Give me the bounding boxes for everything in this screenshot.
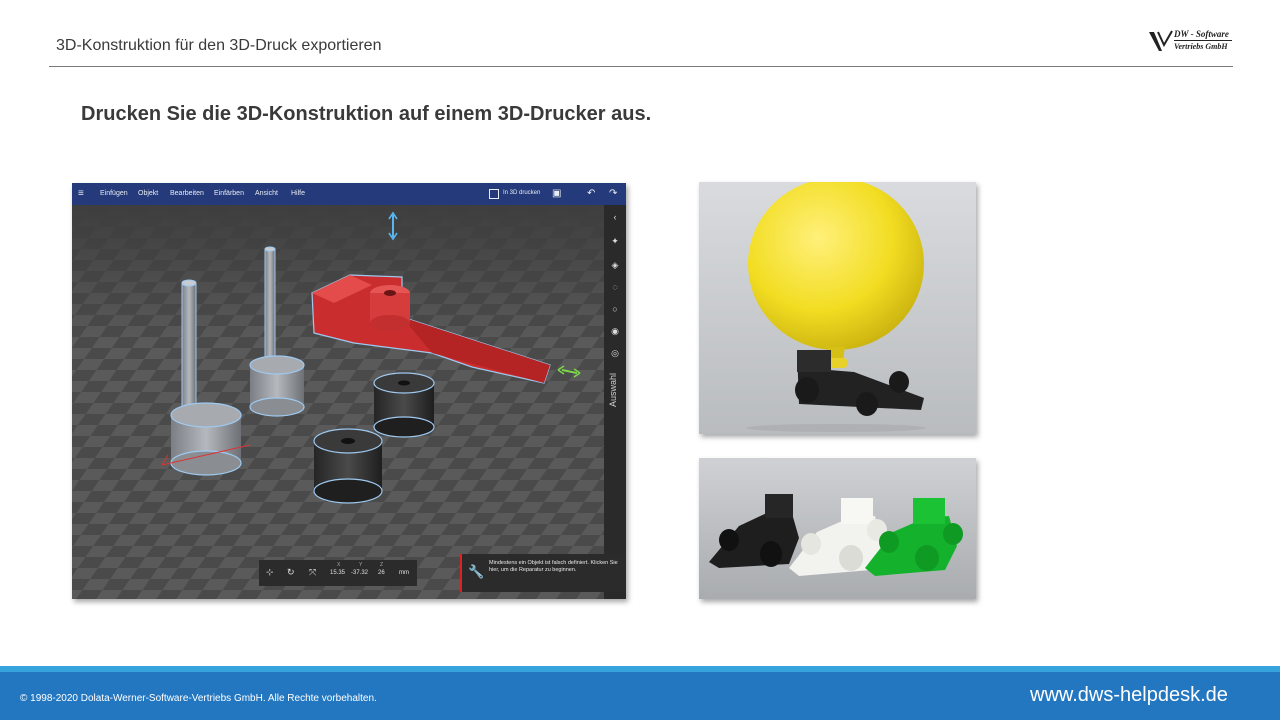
page-title: 3D-Konstruktion für den 3D-Druck exporti…: [56, 37, 382, 54]
side-panel-label: Auswahl: [608, 373, 618, 408]
menu-einfuegen[interactable]: Einfügen: [100, 190, 128, 197]
three-cars-photo: [699, 458, 976, 599]
undo-icon[interactable]: ↶: [587, 188, 595, 199]
menu-einfaerben[interactable]: Einfärben: [214, 190, 244, 197]
z-axis-label: Z: [380, 562, 384, 568]
hamburger-icon[interactable]: ≡: [78, 188, 84, 199]
wrench-icon: 🔧: [468, 564, 485, 579]
logo-line2: Vertriebs GmbH: [1174, 42, 1228, 51]
3d-viewport[interactable]: [72, 205, 604, 599]
menu-ansicht[interactable]: Ansicht: [255, 190, 278, 197]
balloon-car-photo: [699, 182, 976, 434]
company-logo: DW - Software Vertriebs GmbH: [1148, 29, 1234, 55]
chevron-left-icon[interactable]: ‹: [609, 211, 621, 223]
x-axis-label: X: [337, 562, 341, 568]
black-wheel-model-bottom[interactable]: [313, 428, 383, 504]
unit-label: mm: [399, 570, 409, 576]
menu-objekt[interactable]: Objekt: [138, 190, 158, 197]
tool-icon-5[interactable]: ◉: [609, 325, 621, 337]
redo-icon[interactable]: ↷: [609, 188, 617, 199]
print-3d-label: In 3D drucken: [503, 190, 541, 196]
y-value-field[interactable]: -37.32: [351, 570, 368, 576]
tool-icon-4[interactable]: ○: [609, 303, 621, 315]
tool-icon-1[interactable]: ✦: [609, 235, 621, 247]
side-panel: ‹ ✦ ◈ ◌ ○ ◉ ◎ Auswahl: [604, 205, 626, 599]
x-value-field[interactable]: 15.35: [330, 570, 345, 576]
print-3d-button[interactable]: In 3D drucken: [489, 187, 547, 201]
y-axis-label: Y: [359, 562, 363, 568]
logo-mark-icon: [1149, 30, 1173, 51]
black-wheel-model-top[interactable]: [373, 372, 435, 438]
header-divider: [49, 66, 1233, 67]
tool-icon-6[interactable]: ◎: [609, 347, 621, 359]
menu-bearbeiten[interactable]: Bearbeiten: [170, 190, 204, 197]
save-icon[interactable]: ▣: [552, 188, 561, 199]
slide-heading: Drucken Sie die 3D-Konstruktion auf eine…: [81, 103, 652, 125]
move-tool-icon[interactable]: ⊹: [266, 567, 274, 578]
logo-line1: DW - Software: [1174, 29, 1229, 39]
menu-hilfe[interactable]: Hilfe: [291, 190, 305, 197]
footer-bar: © 1998-2020 Dolata-Werner-Software-Vertr…: [0, 672, 1280, 720]
website-link[interactable]: www.dws-helpdesk.de: [1030, 684, 1228, 707]
tool-icon-3[interactable]: ◌: [609, 281, 621, 293]
tool-icon-2[interactable]: ◈: [609, 259, 621, 271]
coordinate-toolbar: ⊹ ↻ ⤧ X Y Z 15.35 -37.32 26 mm: [259, 560, 417, 586]
scale-tool-icon[interactable]: ⤧: [309, 567, 316, 578]
repair-notice[interactable]: 🔧 Mindestens ein Objekt ist falsch defin…: [460, 554, 626, 592]
app-menubar: ≡ Einfügen Objekt Bearbeiten Einfärben A…: [72, 183, 626, 205]
repair-notice-text: Mindestens ein Objekt ist falsch definie…: [489, 560, 618, 573]
rotate-tool-icon[interactable]: ↻: [287, 567, 295, 578]
logo-divider: [1174, 40, 1232, 41]
app-screenshot: ≡ Einfügen Objekt Bearbeiten Einfärben A…: [72, 183, 626, 599]
copyright-text: © 1998-2020 Dolata-Werner-Software-Vertr…: [20, 693, 377, 704]
print-3d-icon: [489, 189, 499, 199]
z-value-field[interactable]: 26: [378, 570, 385, 576]
